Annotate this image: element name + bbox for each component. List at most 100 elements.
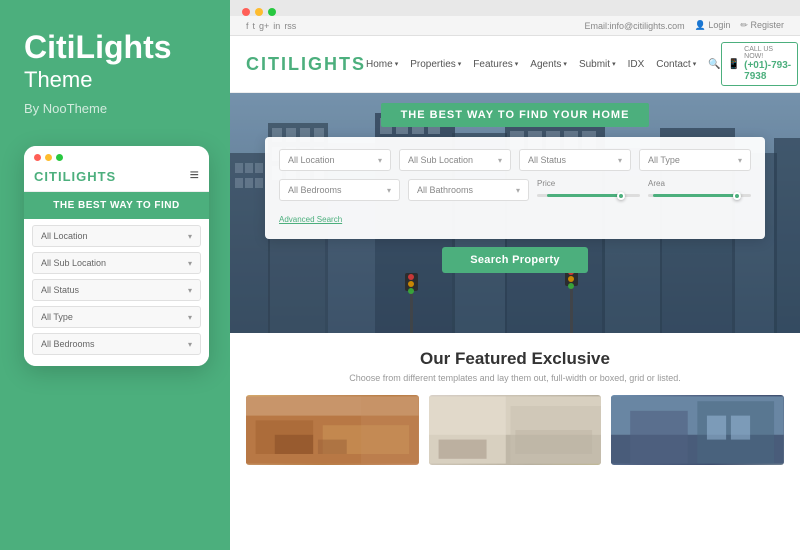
mobile-top-bar — [24, 146, 209, 161]
nav-features[interactable]: Features▾ — [473, 59, 518, 70]
mobile-logo-citi: CITI — [34, 169, 63, 184]
select-type[interactable]: All Type ▾ — [639, 149, 751, 171]
nav-home[interactable]: Home▾ — [366, 59, 398, 70]
select-sublocation-arrow: ▾ — [498, 156, 502, 165]
top-right: Email:info@citilights.com 👤 Login ✏ Regi… — [584, 20, 784, 31]
mobile-filter-bedrooms[interactable]: All Bedrooms ▾ — [32, 333, 201, 355]
mobile-filter-type[interactable]: All Type ▾ — [32, 306, 201, 328]
mobile-filter-status-arrow: ▾ — [188, 286, 192, 295]
right-panel: f t g+ in rss Email:info@citilights.com … — [230, 0, 800, 550]
mobile-filter-location[interactable]: All Location ▾ — [32, 225, 201, 247]
phone-icon: 📱 — [728, 59, 740, 70]
select-bedrooms-label: All Bedrooms — [288, 185, 342, 195]
featured-card-modern[interactable] — [611, 395, 784, 465]
select-bathrooms-arrow: ▾ — [516, 186, 520, 195]
select-sublocation-label: All Sub Location — [408, 155, 473, 165]
select-bathrooms-label: All Bathrooms — [417, 185, 473, 195]
browser-chrome — [230, 0, 800, 16]
phone-box: 📱 CALL US NOW! (+01)-793-7938 — [721, 42, 798, 86]
select-type-arrow: ▾ — [738, 156, 742, 165]
hero-badge: THE BEST WAY TO FIND YOUR HOME — [381, 103, 650, 127]
mobile-filter-sublocation[interactable]: All Sub Location ▾ — [32, 252, 201, 274]
featured-grid — [246, 395, 784, 465]
mobile-filter-sublocation-label: All Sub Location — [41, 258, 106, 268]
nav-search-icon[interactable]: 🔍 — [708, 59, 720, 70]
mobile-filter-type-arrow: ▾ — [188, 313, 192, 322]
select-bedrooms[interactable]: All Bedrooms ▾ — [279, 179, 400, 201]
browser-dot-green — [268, 8, 276, 16]
select-bathrooms[interactable]: All Bathrooms ▾ — [408, 179, 529, 201]
price-col: Price — [537, 179, 640, 201]
nav-properties[interactable]: Properties▾ — [410, 59, 461, 70]
nav-submit[interactable]: Submit▾ — [579, 59, 616, 70]
email-link[interactable]: Email:info@citilights.com — [584, 21, 684, 31]
search-property-button[interactable]: Search Property — [442, 247, 587, 273]
price-label: Price — [537, 179, 640, 188]
search-btn-row: Search Property — [442, 247, 587, 273]
brand-title: CitiLights — [24, 30, 172, 65]
brand-sub: Theme — [24, 67, 92, 93]
site-nav-links: Home▾ Properties▾ Features▾ Agents▾ Subm… — [366, 59, 721, 70]
mobile-filter-location-label: All Location — [41, 231, 88, 241]
mobile-dot-red — [34, 154, 41, 161]
nav-agents[interactable]: Agents▾ — [530, 59, 567, 70]
featured-card-kitchen[interactable] — [429, 395, 602, 465]
site-top-bar: f t g+ in rss Email:info@citilights.com … — [230, 16, 800, 36]
select-status[interactable]: All Status ▾ — [519, 149, 631, 171]
area-slider-fill — [653, 194, 741, 197]
mobile-logo-lights: LIGHTS — [63, 169, 117, 184]
mobile-dot-green — [56, 154, 63, 161]
twitter-icon[interactable]: t — [253, 21, 256, 31]
select-sublocation[interactable]: All Sub Location ▾ — [399, 149, 511, 171]
site-hero: THE BEST WAY TO FIND YOUR HOME All Locat… — [230, 93, 800, 333]
select-location[interactable]: All Location ▾ — [279, 149, 391, 171]
social-icons: f t g+ in rss — [246, 21, 296, 31]
featured-section: Our Featured Exclusive Choose from diffe… — [230, 333, 800, 475]
area-col: Area — [648, 179, 751, 201]
select-bedrooms-arrow: ▾ — [387, 186, 391, 195]
area-slider[interactable] — [648, 194, 751, 197]
select-location-label: All Location — [288, 155, 335, 165]
hero-content: THE BEST WAY TO FIND YOUR HOME All Locat… — [230, 93, 800, 273]
mobile-filter-location-arrow: ▾ — [188, 232, 192, 241]
register-icon: ✏ — [740, 20, 748, 30]
left-panel: CitiLights Theme By NooTheme CITILIGHTS … — [0, 0, 230, 550]
mobile-filter-status-label: All Status — [41, 285, 79, 295]
brand-by: By NooTheme — [24, 101, 107, 116]
featured-card-interior[interactable] — [246, 395, 419, 465]
logo-lights: LIGHTS — [288, 54, 366, 74]
mobile-logo: CITILIGHTS — [34, 169, 116, 184]
select-type-label: All Type — [648, 155, 680, 165]
phone-info: CALL US NOW! (+01)-793-7938 — [744, 46, 791, 82]
phone-number[interactable]: (+01)-793-7938 — [744, 60, 791, 82]
googleplus-icon[interactable]: g+ — [259, 21, 269, 31]
area-label: Area — [648, 179, 751, 188]
featured-subtitle: Choose from different templates and lay … — [246, 373, 784, 383]
price-slider[interactable] — [537, 194, 640, 197]
mobile-filter-status[interactable]: All Status ▾ — [32, 279, 201, 301]
rss-icon[interactable]: rss — [284, 21, 296, 31]
browser-dot-yellow — [255, 8, 263, 16]
login-link[interactable]: 👤 Login — [695, 20, 731, 31]
hamburger-icon[interactable]: ≡ — [190, 167, 199, 185]
featured-title: Our Featured Exclusive — [246, 349, 784, 369]
nav-contact[interactable]: Contact▾ — [656, 59, 696, 70]
area-slider-thumb[interactable] — [733, 192, 741, 200]
mobile-mockup: CITILIGHTS ≡ THE BEST WAY TO FIND All Lo… — [24, 146, 209, 366]
mobile-nav: CITILIGHTS ≡ — [24, 161, 209, 192]
site-nav: CITILIGHTS Home▾ Properties▾ Features▾ A… — [230, 36, 800, 93]
login-icon: 👤 — [695, 20, 706, 30]
price-slider-thumb[interactable] — [617, 192, 625, 200]
register-link[interactable]: ✏ Register — [740, 20, 784, 31]
linkedin-icon[interactable]: in — [273, 21, 280, 31]
facebook-icon[interactable]: f — [246, 21, 249, 31]
mobile-dot-yellow — [45, 154, 52, 161]
nav-idx[interactable]: IDX — [628, 59, 645, 70]
advanced-search-link[interactable]: Advanced Search — [279, 215, 342, 224]
mobile-filter-type-label: All Type — [41, 312, 73, 322]
site-nav-right: 📱 CALL US NOW! (+01)-793-7938 — [721, 42, 798, 86]
search-row-1: All Location ▾ All Sub Location ▾ All St… — [279, 149, 751, 171]
logo-citi: CITI — [246, 54, 288, 74]
mobile-filter-bedrooms-arrow: ▾ — [188, 340, 192, 349]
browser-dot-red — [242, 8, 250, 16]
